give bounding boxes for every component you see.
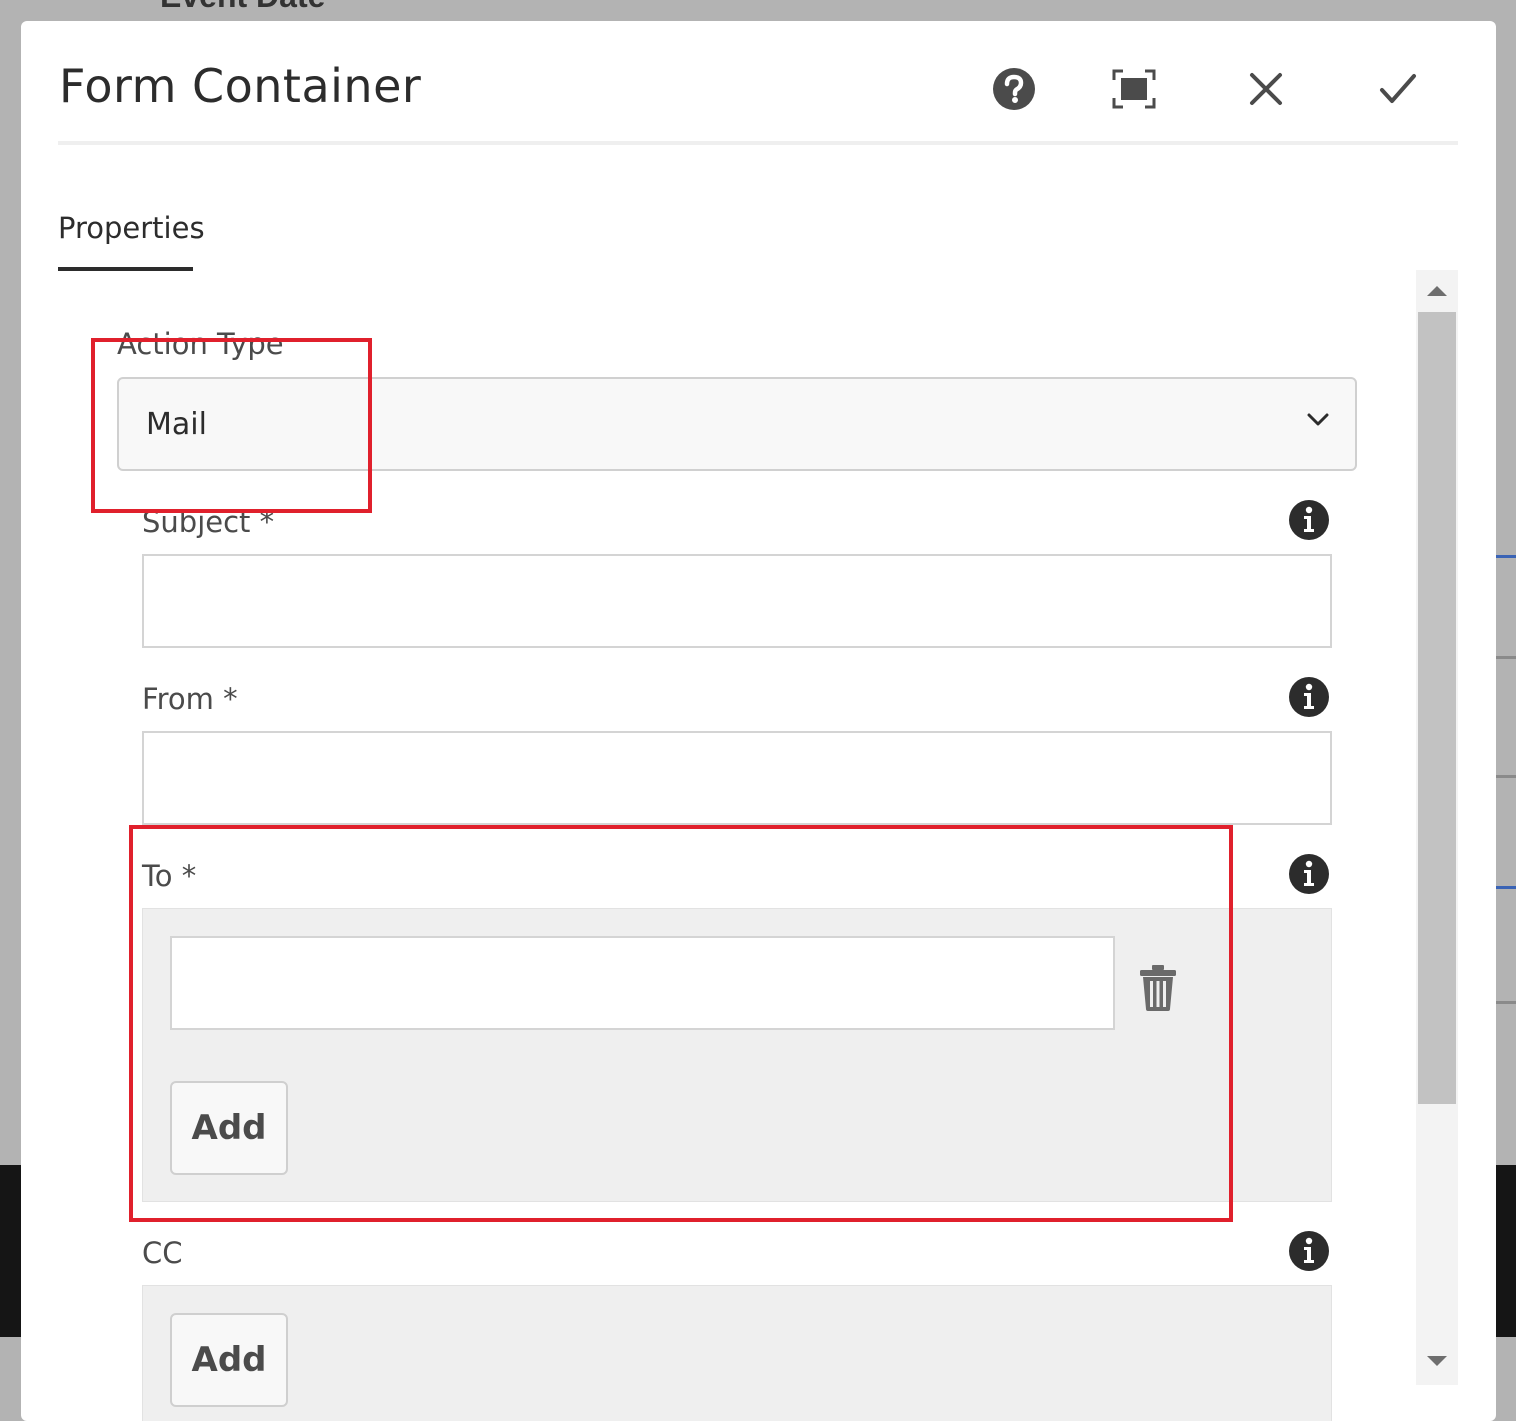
background-divider xyxy=(1495,555,1516,558)
info-icon[interactable] xyxy=(1288,676,1330,718)
scroll-up-arrow-icon[interactable] xyxy=(1427,286,1447,296)
fullscreen-icon[interactable] xyxy=(1110,65,1158,113)
to-label: To * xyxy=(142,859,197,893)
background-panel-right xyxy=(1495,1165,1516,1337)
action-type-select[interactable]: Mail xyxy=(117,377,1357,471)
form-container-dialog: Form Container Properties Action Type Ma… xyxy=(21,21,1496,1421)
subject-input[interactable] xyxy=(142,554,1332,648)
scrollbar-thumb[interactable] xyxy=(1418,312,1456,1104)
tab-properties[interactable]: Properties xyxy=(58,211,205,271)
background-divider xyxy=(1495,656,1516,659)
from-input[interactable] xyxy=(142,731,1332,825)
help-icon[interactable] xyxy=(990,65,1038,113)
background-heading: Event Date xyxy=(160,0,325,15)
scroll-down-arrow-icon[interactable] xyxy=(1427,1356,1447,1366)
trash-icon[interactable] xyxy=(1138,964,1178,1012)
to-add-button[interactable]: Add xyxy=(170,1081,288,1175)
to-email-input[interactable] xyxy=(170,936,1115,1030)
info-icon[interactable] xyxy=(1288,1230,1330,1272)
background-divider xyxy=(1495,775,1516,778)
background-divider xyxy=(1495,886,1516,889)
close-icon[interactable] xyxy=(1242,65,1290,113)
chevron-down-icon xyxy=(1307,413,1329,432)
background-panel-left xyxy=(0,1165,22,1337)
action-type-label: Action Type xyxy=(117,327,284,361)
background-divider xyxy=(1495,1001,1516,1004)
subject-label: Subject * xyxy=(142,505,275,539)
scrollbar[interactable] xyxy=(1416,270,1458,1385)
header-divider xyxy=(58,141,1458,145)
cc-multifield xyxy=(142,1285,1332,1421)
from-label: From * xyxy=(142,682,238,716)
action-type-value: Mail xyxy=(146,407,207,442)
cc-add-button[interactable]: Add xyxy=(170,1313,288,1407)
cc-label: CC xyxy=(142,1236,183,1270)
info-icon[interactable] xyxy=(1288,853,1330,895)
info-icon[interactable] xyxy=(1288,499,1330,541)
dialog-title: Form Container xyxy=(59,59,422,113)
confirm-icon[interactable] xyxy=(1374,65,1422,113)
